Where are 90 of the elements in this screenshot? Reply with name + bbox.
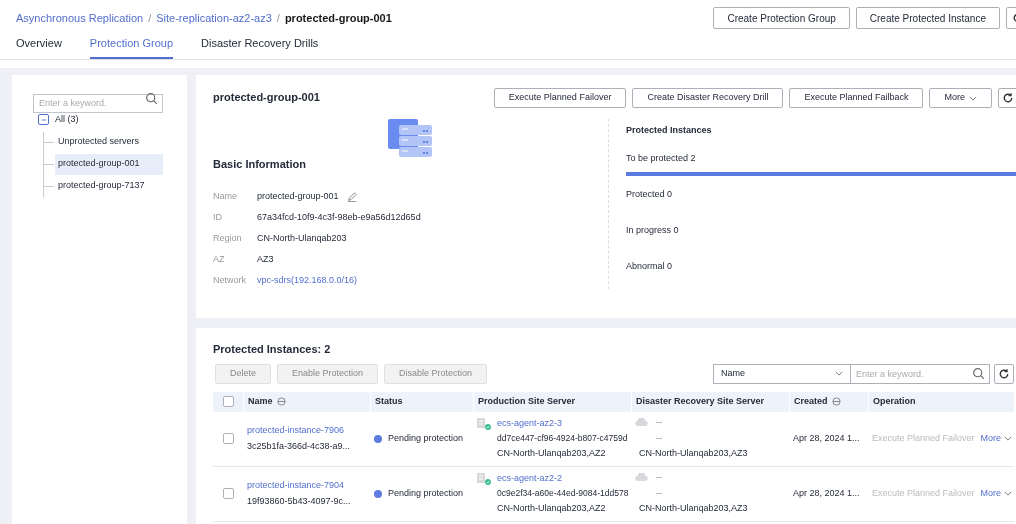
- action-button[interactable]: Execute Planned Failback: [789, 88, 924, 108]
- table-cell-text: --: [656, 486, 663, 500]
- stat-label: Protected 0: [626, 187, 674, 201]
- table-cell-text: CN-North-Ulanqab203,AZ2: [497, 501, 607, 515]
- column-header[interactable]: Name: [248, 394, 273, 409]
- table-cell-text: Apr 28, 2024 1...: [792, 431, 861, 445]
- table-cell: dd7ce447-cf96-4924-b807-c4759d: [497, 432, 627, 445]
- table-cell: CN-North-Ulanqab203,AZ3: [639, 447, 748, 461]
- refresh-button[interactable]: [998, 88, 1016, 108]
- minus-icon: [40, 116, 47, 123]
- action-button[interactable]: Execute Planned Failover: [493, 88, 627, 108]
- field-label: ID: [213, 211, 223, 225]
- table-cell-text: --: [656, 431, 663, 445]
- tree-item[interactable]: protected-group-7137: [55, 175, 163, 197]
- table-cell: CN-North-Ulanqab203,AZ3: [639, 502, 748, 516]
- action-button[interactable]: Create Disaster Recovery Drill: [632, 88, 784, 108]
- stat-label: To be protected 2: [626, 151, 697, 165]
- server-link[interactable]: ecs-agent-az2-3: [497, 416, 627, 431]
- server-link[interactable]: ecs-agent-az2-2: [497, 471, 627, 486]
- collapse-toggle[interactable]: [38, 114, 49, 126]
- status-text: Pending protection: [388, 431, 464, 445]
- table-cell-text: CN-North-Ulanqab203,AZ2: [497, 446, 607, 460]
- table-cell-text: 19f93860-5b43-4097-9c...: [247, 494, 352, 508]
- cloud-icon: [635, 418, 648, 427]
- sort-icon[interactable]: [831, 396, 841, 407]
- breadcrumb-separator: /: [276, 10, 280, 26]
- more-dropdown[interactable]: More: [929, 88, 992, 108]
- field-label: Network: [213, 274, 247, 288]
- field-value: AZ3: [257, 253, 274, 267]
- table-cell-text: --: [656, 471, 663, 485]
- search-field[interactable]: Enter a keyword.: [851, 363, 990, 384]
- filter-select[interactable]: Name: [713, 363, 851, 384]
- group-title: protected-group-001: [213, 90, 320, 105]
- tab[interactable]: Disaster Recovery Drills: [201, 34, 319, 59]
- more-dropdown[interactable]: More: [980, 486, 1013, 501]
- section-title: Protected Instances: [626, 124, 713, 137]
- field-value: protected-group-001: [257, 190, 339, 204]
- network-link[interactable]: vpc-sdrs(192.168.0.0/16): [257, 274, 358, 288]
- instance-link[interactable]: protected-instance-7904: [247, 479, 366, 493]
- section-title: Basic Information: [213, 157, 307, 172]
- table-cell-text: --: [656, 416, 663, 430]
- server-icon: [477, 417, 491, 430]
- edit-icon[interactable]: [346, 192, 357, 202]
- server-icon: [477, 472, 491, 485]
- caret-icon: [835, 371, 843, 376]
- search-field[interactable]: Enter a keyword.: [33, 93, 163, 113]
- status-text: Pending protection: [388, 486, 464, 500]
- checkbox[interactable]: [222, 433, 234, 444]
- sort-icon[interactable]: [276, 396, 286, 407]
- section-title: Protected Instances: 2: [213, 342, 332, 357]
- column-header[interactable]: Status: [375, 394, 403, 409]
- tree-item[interactable]: Unprotected servers: [55, 131, 163, 153]
- caret-icon: [1004, 436, 1013, 441]
- header-button[interactable]: Create Protection Group: [713, 7, 850, 29]
- more-dropdown[interactable]: More: [980, 431, 1013, 446]
- field-value: 67a34fcd-10f9-4c3f-98eb-e9a56d12d65d: [257, 211, 421, 225]
- search-icon: [972, 366, 985, 380]
- column-header[interactable]: Operation: [873, 394, 916, 409]
- search-icon: [145, 92, 158, 105]
- breadcrumb-link[interactable]: Site-replication-az2-az3: [156, 9, 272, 27]
- refresh-icon: [1002, 92, 1014, 104]
- refresh-icon: [998, 367, 1010, 380]
- field-label: AZ: [213, 253, 226, 267]
- caret-icon: [1004, 491, 1013, 496]
- field-value: CN-North-Ulanqab203: [257, 232, 347, 246]
- tab[interactable]: Protection Group: [89, 34, 173, 59]
- checkbox[interactable]: [222, 488, 234, 499]
- checkbox[interactable]: [222, 396, 234, 407]
- table-cell-text: Apr 28, 2024 1...: [792, 486, 861, 500]
- tree-item[interactable]: protected-group-001: [55, 153, 163, 175]
- field-label: Name: [213, 190, 238, 204]
- caret-icon: [969, 95, 977, 101]
- server-stack-icon: [388, 119, 432, 157]
- breadcrumb-current: protected-group-001: [284, 10, 392, 26]
- table-cell: 0c9e2f34-a60e-44ed-9084-1dd578: [497, 487, 627, 500]
- header-button[interactable]: Create Protected Instance: [855, 7, 1000, 29]
- column-header[interactable]: Production Site Server: [478, 394, 576, 409]
- tab[interactable]: Overview: [16, 34, 62, 59]
- field-label: Region: [213, 232, 243, 246]
- breadcrumb-link[interactable]: Asynchronous Replication: [16, 9, 144, 27]
- breadcrumb-separator: /: [148, 10, 152, 26]
- column-header[interactable]: Disaster Recovery Site Server: [636, 394, 765, 409]
- stat-label: In progress 0: [626, 223, 680, 237]
- tree-item[interactable]: All (3): [55, 113, 79, 127]
- cloud-icon: [635, 473, 648, 482]
- instance-link[interactable]: protected-instance-7906: [247, 424, 366, 438]
- refresh-button[interactable]: [994, 363, 1014, 384]
- table-cell-text: 3c25b1fa-366d-4c38-a9...: [247, 439, 352, 453]
- column-header[interactable]: Created: [794, 394, 828, 409]
- stat-label: Abnormal 0: [626, 259, 674, 273]
